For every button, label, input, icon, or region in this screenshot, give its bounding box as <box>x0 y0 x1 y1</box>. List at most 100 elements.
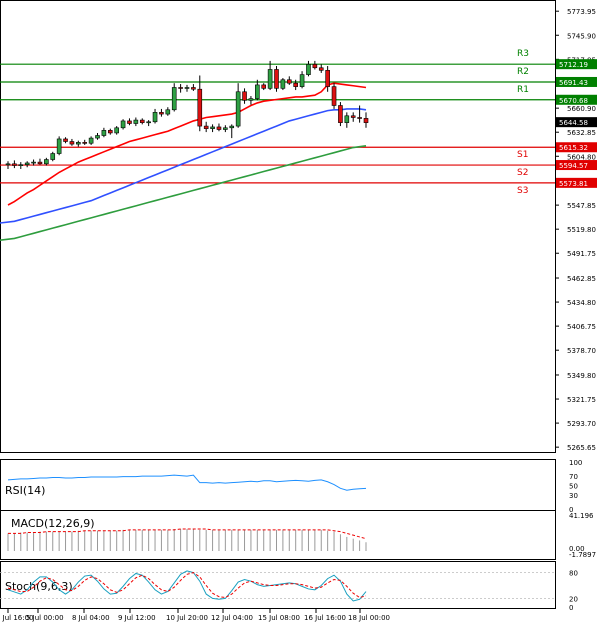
price-tick-label: 5519.80 <box>567 226 596 234</box>
candle-body <box>152 112 158 123</box>
price-tick-label: 5293.70 <box>567 420 596 428</box>
macd-tick-label: -1.7897 <box>569 551 596 559</box>
candle-body <box>191 87 196 90</box>
candle-body <box>255 84 260 99</box>
stoch-label: Stoch(9,6,3) <box>5 580 73 593</box>
candle-body <box>248 98 254 101</box>
level-name-r1: R1 <box>517 85 529 95</box>
candle-body <box>18 164 24 166</box>
level-price-label-r3: 5712.19 <box>559 61 588 69</box>
candle-body <box>159 112 164 115</box>
price-tick-label: 5632.85 <box>567 129 596 137</box>
time-tick-label: 16 Jul 16:00 <box>304 614 346 622</box>
rsi-tick-label: 30 <box>569 492 578 500</box>
candle-body <box>69 141 75 145</box>
level-name-s3: S3 <box>517 186 528 196</box>
current-price-label: 5644.58 <box>559 119 588 127</box>
candle-body <box>293 82 298 87</box>
candle-body <box>242 91 247 101</box>
candle-body <box>133 119 139 124</box>
time-tick-label: 9 Jul 12:00 <box>118 614 156 622</box>
candle-body <box>344 115 350 123</box>
candle-body <box>363 118 369 123</box>
candle-body <box>5 163 11 166</box>
candle-body <box>101 130 107 136</box>
candle-body <box>171 87 177 111</box>
current-price-box: 5644.58 <box>556 117 597 128</box>
candle-body <box>24 162 30 165</box>
candle-body <box>95 135 100 139</box>
macd-axis: 41.1960.00-1.7897 <box>569 512 596 559</box>
price-tick-label: 5547.85 <box>567 202 596 210</box>
candle-body <box>286 79 292 84</box>
time-tick-label: 18 Jul 00:00 <box>348 614 390 622</box>
stoch-tick-label: 80 <box>569 570 578 578</box>
candle-body <box>318 67 324 71</box>
chart-root: R3R2R1S1S2S3 5773.955745.905717.855689.8… <box>0 0 597 622</box>
level-price-label-s1: 5615.32 <box>559 144 588 152</box>
price-tick-label: 5378.70 <box>567 347 596 355</box>
candle-body <box>203 125 209 129</box>
level-name-r2: R2 <box>517 67 529 77</box>
main-panel-frame <box>0 0 556 453</box>
candle-body <box>165 109 171 115</box>
price-tick-label: 5349.80 <box>567 372 596 380</box>
time-tick-label: 12 Jul 04:00 <box>211 614 253 622</box>
candle-body <box>210 126 215 129</box>
stoch-panel: Stoch(9,6,3) 80 200 <box>0 561 578 612</box>
candle-body <box>114 127 119 134</box>
rsi-axis: 1007050300 <box>569 459 582 514</box>
candle-body <box>139 119 145 123</box>
time-tick-label: 10 Jul 20:00 <box>166 614 208 622</box>
candle-body <box>56 138 62 154</box>
candle-body <box>127 120 132 124</box>
candle-body <box>184 87 190 89</box>
level-price-label-r1: 5670.68 <box>559 97 588 105</box>
rsi-tick-label: 50 <box>569 483 578 491</box>
level-price-label-s3: 5573.81 <box>559 180 588 188</box>
candle-body <box>350 115 356 118</box>
candle-body <box>31 161 36 164</box>
stoch-tick-label: 0 <box>569 604 573 612</box>
price-tick-label: 5660.90 <box>567 105 596 113</box>
candle-body <box>120 120 126 129</box>
candle-body <box>331 86 337 106</box>
rsi-label: RSI(14) <box>5 484 45 497</box>
stoch-axis: 80 200 <box>569 570 578 612</box>
price-tick-label: 5265.65 <box>567 444 596 452</box>
level-name-s1: S1 <box>517 150 528 160</box>
rsi-panel: RSI(14) 1007050300 <box>0 459 582 514</box>
candle-body <box>280 79 286 89</box>
candle-body <box>37 161 43 165</box>
price-tick-label: 5745.90 <box>567 32 596 40</box>
main-panel: R3R2R1S1S2S3 5773.955745.905717.855689.8… <box>0 0 597 453</box>
candle-body <box>229 125 235 129</box>
level-price-label-r2: 5691.43 <box>559 79 588 87</box>
rsi-panel-frame <box>0 459 556 512</box>
macd-panel: MACD(12,26,9) 41.1960.00-1.7897 <box>0 510 596 560</box>
price-tick-label: 5462.85 <box>567 275 596 283</box>
candle-body <box>261 84 267 89</box>
candle-body <box>267 69 273 89</box>
rsi-tick-label: 100 <box>569 459 582 467</box>
candle-body <box>178 87 183 89</box>
candle-body <box>107 130 113 134</box>
level-name-s2: S2 <box>517 168 528 178</box>
candle-body <box>338 105 343 123</box>
level-name-r3: R3 <box>517 49 529 59</box>
price-axis: 5773.955745.905717.855689.805660.905632.… <box>555 8 596 452</box>
candle-body <box>274 69 279 89</box>
candle-body <box>325 70 330 87</box>
candle-body <box>44 159 49 165</box>
price-tick-label: 5406.75 <box>567 323 596 331</box>
price-tick-label: 5773.95 <box>567 8 596 16</box>
time-tick-label: 5 Jul 00:00 <box>26 614 64 622</box>
price-tick-label: 5321.75 <box>567 396 596 404</box>
time-tick-label: 8 Jul 04:00 <box>72 614 110 622</box>
candle-body <box>312 64 318 69</box>
candle-body <box>235 91 241 127</box>
candle-body <box>76 142 81 145</box>
stoch-tick-label: 20 <box>569 595 578 603</box>
price-tick-label: 5491.75 <box>567 250 596 258</box>
candle-body <box>223 127 228 130</box>
